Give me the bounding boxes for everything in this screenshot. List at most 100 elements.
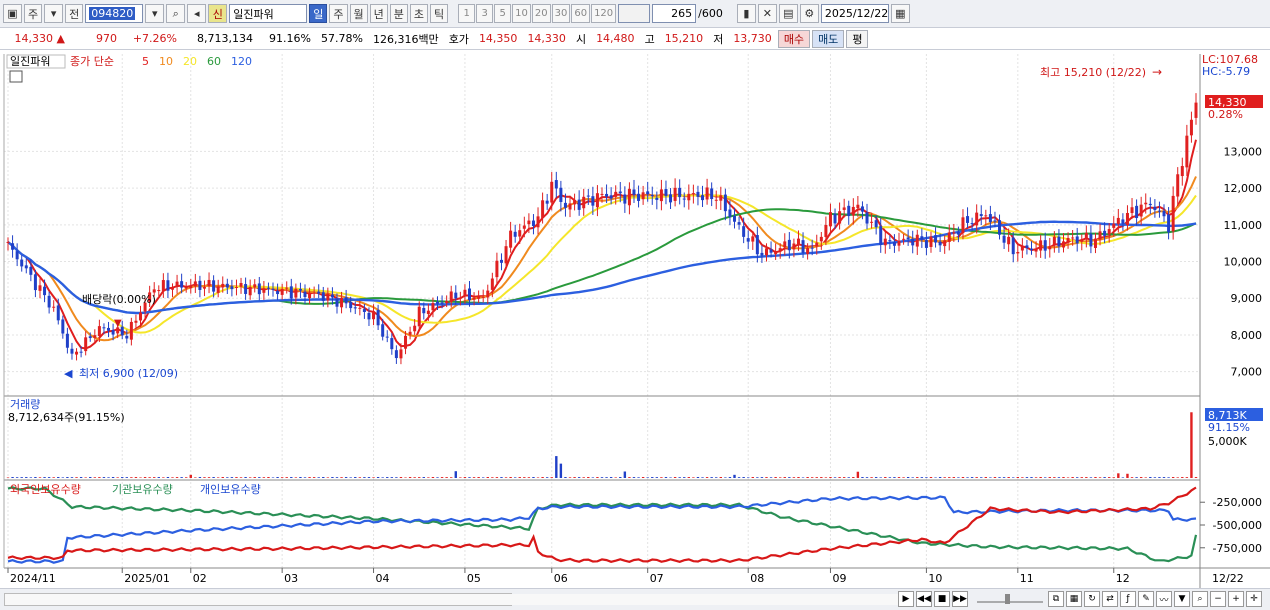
period-tab-0[interactable]: 일 [309,4,328,23]
play-forward-icon[interactable]: ▶ [898,591,914,607]
dividend-marker-icon: ▼ [114,318,122,329]
period-tabs: 일주월년분초틱 [309,4,449,23]
volume-bar-92 [427,477,430,478]
zoom-slider[interactable] [975,592,1045,606]
candle-body-99 [458,297,462,299]
zoom-in-icon[interactable]: + [1228,591,1244,607]
candle-body-194 [892,242,896,246]
volume-bar-11 [57,477,60,478]
candle-body-47 [221,283,225,288]
table-toggle-icon[interactable] [9,70,23,83]
calendar-icon[interactable]: ▦ [890,4,910,23]
indicator-icon[interactable]: ƒ [1120,591,1136,607]
volume-bar-80 [372,477,375,478]
buy-button[interactable]: 매수 [777,29,811,48]
date-input[interactable]: 2025/12/22 [820,4,889,23]
window-menu-icon[interactable]: ▣ [3,4,22,23]
speaker-icon[interactable]: ◂ [187,4,207,23]
interval-button-10[interactable]: 10 [512,4,531,23]
volume-bar-117 [541,477,544,478]
period-tab-3[interactable]: 년 [369,4,388,23]
fast-forward-icon[interactable]: ▶▶ [952,591,968,607]
volume-bar-142 [655,477,659,478]
interval-button-30[interactable]: 30 [551,4,571,23]
candle-body-174 [801,240,805,253]
volume-bar-160 [737,477,741,478]
period-tab-1[interactable]: 주 [329,4,348,23]
candle-body-102 [472,297,476,300]
period-type-select[interactable]: 주 [24,4,43,23]
sell-button[interactable]: 매도 [812,29,845,48]
crosshair-icon[interactable]: ✕ [757,4,777,23]
stock-chart[interactable]: 13,00012,00011,00010,0009,0008,0007,000 … [0,50,1270,590]
candle-body-49 [230,286,234,290]
copy-icon[interactable]: ⧉ [1048,591,1064,607]
volume-bar-212 [975,477,978,478]
period-tab-4[interactable]: 분 [389,4,408,23]
candle-body-135 [623,194,627,204]
chart-type-icon[interactable]: 〰 [1156,591,1172,607]
interval-button-120[interactable]: 120 [591,4,617,23]
volume-bar-128 [591,477,595,478]
volume-bar-137 [632,477,636,478]
stop-icon[interactable]: ■ [934,591,950,607]
new-badge[interactable]: 신 [208,4,228,23]
code-dropdown-icon[interactable]: ▾ [145,4,165,23]
candle-body-81 [376,310,380,326]
candle-body-254 [1167,214,1171,233]
candle-body-224 [1030,248,1034,251]
layout-icon[interactable]: ▦ [1066,591,1082,607]
rewind-icon[interactable]: ◀◀ [916,591,932,607]
volume-bar-252 [1158,477,1161,478]
refresh-icon[interactable]: ↻ [1084,591,1100,607]
volume-bar-219 [1007,477,1010,478]
stock-code-input[interactable]: 094820 [85,4,144,23]
candle-body-216 [993,220,997,222]
period-tab-5[interactable]: 초 [409,4,428,23]
interval-button-60[interactable]: 60 [571,4,591,23]
candle-body-74 [344,297,348,304]
chart-scrollbar[interactable] [4,593,900,606]
month-label-2: 02 [193,572,207,585]
interval-button-5[interactable]: 5 [494,4,512,23]
interval-button-20[interactable]: 20 [531,4,551,23]
volume-bar-203 [934,477,937,478]
candle-body-40 [189,285,193,289]
draw-icon[interactable]: ✎ [1138,591,1154,607]
zoom-out-icon[interactable]: − [1210,591,1226,607]
count-input[interactable]: 265 [652,4,697,23]
candle-body-120 [554,180,558,189]
candle-icon[interactable]: ▮ [736,4,756,23]
zoom-icon[interactable]: ⌕ [1192,591,1208,607]
period-tab-2[interactable]: 월 [349,4,368,23]
stock-name-field[interactable]: 일진파워 [229,4,308,23]
custom-interval-input[interactable] [618,4,651,23]
volume-bar-249 [1144,477,1147,478]
save-icon[interactable]: ▤ [778,4,798,23]
volume-bar-157 [724,477,727,478]
period-tab-6[interactable]: 틱 [430,4,449,23]
volume-bar-260 [1194,477,1198,478]
candle-body-223 [1025,245,1029,249]
candle-body-109 [504,246,508,264]
interval-button-3[interactable]: 3 [476,4,494,23]
crosshair-toggle-icon[interactable]: ✛ [1246,591,1262,607]
compare-icon[interactable]: ⇄ [1102,591,1118,607]
gear-icon[interactable]: ⚙ [799,4,819,23]
legend-price-label: 종가 단순 [70,55,114,68]
evaluate-button[interactable]: 평 [846,29,869,48]
interval-button-1[interactable]: 1 [458,4,476,23]
candle-body-150 [691,193,695,195]
chevron-down-icon[interactable]: ▾ [44,4,64,23]
candle-body-50 [234,286,238,288]
candle-body-144 [664,189,668,196]
volume-bar-181 [833,477,837,478]
search-icon[interactable]: ⌕ [166,4,186,23]
candle-body-207 [952,232,956,234]
filter-icon[interactable]: ▼ [1174,591,1190,607]
low-price: 13,730 [733,32,772,45]
volume-bar-237 [1089,477,1093,478]
volume-bar-121 [559,463,563,478]
prev-button[interactable]: 전 [65,4,84,23]
volume-bar-253 [1162,477,1166,478]
